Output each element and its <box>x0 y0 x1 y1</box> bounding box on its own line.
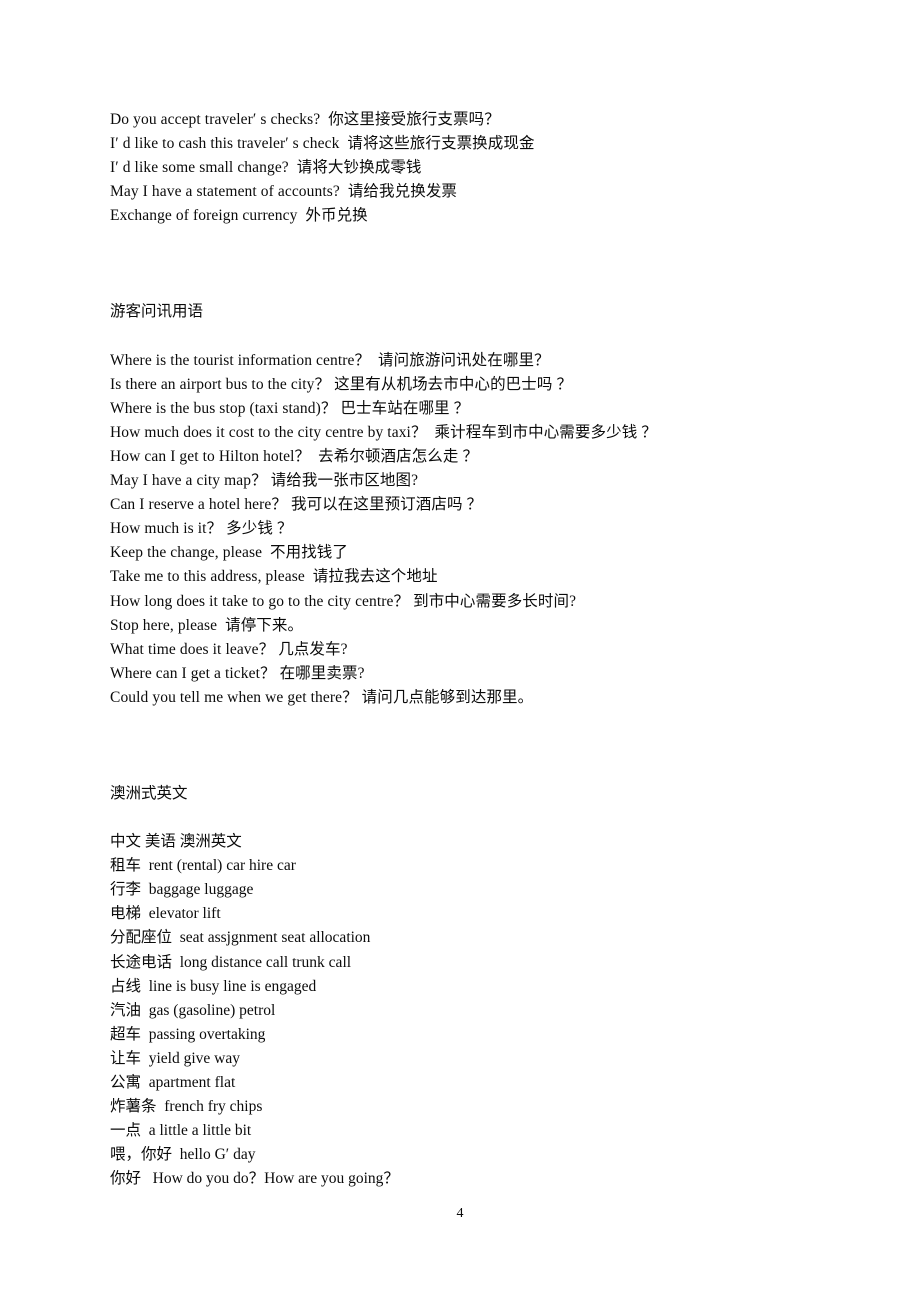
page-number: 4 <box>456 1206 464 1221</box>
vocab-row: 一点 a little a little bit <box>110 1122 252 1140</box>
heading-spacer <box>110 806 850 830</box>
phrase-line: Keep the change, please 不用找钱了 <box>110 544 349 562</box>
vocab-row: 占线 line is busy line is engaged <box>110 977 317 995</box>
phrase-line: May I have a statement of accounts? 请给我兑… <box>110 183 458 201</box>
phrase-line: How much does it cost to the city centre… <box>110 423 657 441</box>
vocab-row: 电梯 elevator lift <box>110 905 221 923</box>
phrase-line: Could you tell me when we get there？ 请问几… <box>110 688 534 706</box>
vocab-row: 喂，你好 hello G′ day <box>110 1146 256 1164</box>
phrase-line: Take me to this address, please 请拉我去这个地址 <box>110 568 438 586</box>
vocab-row: 分配座位 seat assjgnment seat allocation <box>110 929 371 947</box>
vocab-column-header: 中文 美语 澳洲英文 <box>110 833 242 851</box>
phrase-line: I′ d like to cash this traveler′ s check… <box>110 135 535 153</box>
vocab-row: 行李 baggage luggage <box>110 881 254 899</box>
vocab-row: 租车 rent (rental) car hire car <box>110 857 296 875</box>
vocab-row: 超车 passing overtaking <box>110 1025 266 1043</box>
vocab-row: 公寓 apartment flat <box>110 1074 236 1091</box>
section-currency-exchange: Do you accept traveler′ s checks? 你这里接受旅… <box>110 108 850 228</box>
phrase-line: How much is it？ 多少钱 ？ <box>110 520 293 538</box>
vocab-row: 你好 How do you do？How are you going？ <box>110 1170 399 1188</box>
phrase-line: Where can I get a ticket？ 在哪里卖票? <box>110 664 365 682</box>
phrase-line: May I have a city map？ 请给我一张市区地图? <box>110 472 419 490</box>
vocab-row: 炸薯条 french fry chips <box>110 1098 263 1116</box>
section-tourist-information: 游客问讯用语 Where is the tourist information … <box>110 300 850 710</box>
section-australian-english: 澳洲式英文 中文 美语 澳洲英文 租车 rent (rental) car hi… <box>110 782 850 1192</box>
document-page: Do you accept traveler′ s checks? 你这里接受旅… <box>0 0 920 1302</box>
phrase-line: Can I reserve a hotel here？ 我可以在这里预订酒店吗 … <box>110 496 483 514</box>
phrase-line: I′ d like some small change? 请将大钞换成零钱 <box>110 159 422 177</box>
phrase-line: How long does it take to go to the city … <box>110 592 577 610</box>
document-body: Do you accept traveler′ s checks? 你这里接受旅… <box>110 108 850 1191</box>
phrase-line: Where is the tourist information centre？… <box>110 351 550 369</box>
phrase-line: Do you accept traveler′ s checks? 你这里接受旅… <box>110 111 500 128</box>
phrase-line: Where is the bus stop (taxi stand)？ 巴士车站… <box>110 399 470 417</box>
phrase-line: How can I get to Hilton hotel？ 去希尔顿酒店怎么走… <box>110 447 479 465</box>
section-heading-australian-english: 澳洲式英文 <box>110 784 188 802</box>
phrase-line: Exchange of foreign currency 外币兑换 <box>110 207 368 225</box>
vocab-row: 汽油 gas (gasoline) petrol <box>110 1001 276 1019</box>
phrase-line: Is there an airport bus to the city？ 这里有… <box>110 375 573 393</box>
heading-spacer <box>110 325 850 349</box>
vocab-row: 让车 yield give way <box>110 1049 241 1067</box>
phrase-line: What time does it leave？ 几点发车? <box>110 640 348 658</box>
vocab-row: 长途电话 long distance call trunk call <box>110 953 352 971</box>
section-heading-tourist-information: 游客问讯用语 <box>110 303 204 321</box>
phrase-line: Stop here, please 请停下来。 <box>110 616 304 634</box>
